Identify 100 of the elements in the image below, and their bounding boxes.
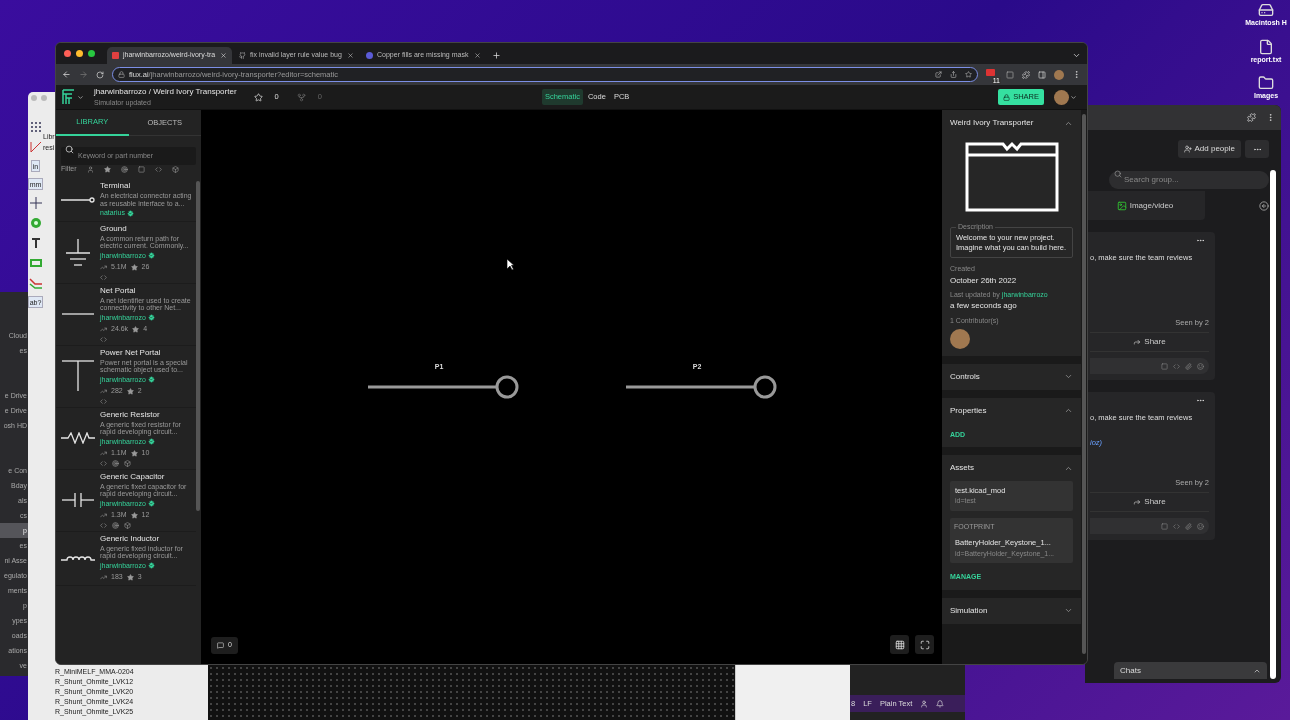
close-tab-icon[interactable] (474, 52, 481, 59)
extension-icon[interactable] (1006, 70, 1014, 79)
letter-logo-icon (366, 52, 373, 59)
cube-filter-icon[interactable] (171, 165, 179, 173)
drive-icon[interactable] (1258, 2, 1274, 18)
person-icon (920, 699, 929, 708)
share-icon (1133, 498, 1142, 506)
caret-icon[interactable] (77, 93, 84, 101)
grid-icon (894, 639, 905, 650)
search-icon (65, 145, 74, 154)
more-icon[interactable] (1196, 236, 1205, 245)
lock-icon (118, 71, 125, 78)
section-header[interactable]: Assets (950, 462, 1073, 474)
contributor-avatar[interactable] (950, 328, 970, 349)
code-icon (100, 397, 107, 405)
open-icon[interactable] (935, 71, 942, 78)
minimize-window-icon[interactable] (76, 50, 83, 57)
grid-toggle-button[interactable] (890, 635, 909, 654)
chats-bar[interactable]: Chats (1114, 662, 1267, 679)
close-tab-icon[interactable] (220, 52, 227, 59)
profile-avatar[interactable] (1054, 69, 1064, 80)
search-icon (1114, 170, 1122, 178)
code-icon (100, 273, 107, 281)
close-tab-icon[interactable] (347, 52, 354, 59)
octocat-icon (239, 52, 246, 59)
simulation-icon (112, 459, 119, 467)
logo-icon[interactable] (62, 89, 75, 105)
section-header[interactable]: Simulation (950, 604, 1073, 617)
section-header[interactable]: Properties (950, 404, 1073, 417)
bookmark-icon[interactable] (965, 71, 972, 78)
add-person-icon (1183, 145, 1192, 153)
file-icon[interactable] (1258, 38, 1274, 55)
menu-icon[interactable] (1072, 70, 1081, 79)
cursor-tool-icon[interactable] (28, 196, 43, 210)
polar-tool-icon[interactable] (28, 140, 43, 154)
more-icon[interactable] (1196, 396, 1205, 405)
code-icon (100, 459, 107, 467)
code-filter-icon[interactable] (154, 165, 162, 173)
simulation-filter-icon[interactable] (120, 165, 128, 173)
comment-icon (217, 642, 224, 649)
section-header[interactable]: Weird Ivory Transporter (950, 117, 1073, 129)
image-video-button[interactable]: Image/video (1085, 191, 1205, 220)
menu-icon[interactable] (1266, 113, 1275, 122)
caret-icon[interactable] (1070, 93, 1077, 101)
chip-filter-icon[interactable] (137, 165, 145, 173)
fork-icon[interactable] (296, 92, 306, 102)
part-name: Terminal (100, 181, 132, 191)
add-people-button[interactable]: Add people (1177, 140, 1241, 158)
side-panel-icon[interactable] (1038, 70, 1046, 79)
user-avatar[interactable] (1054, 89, 1069, 105)
circle-tool-icon[interactable] (28, 216, 43, 230)
lock-icon (1003, 93, 1011, 101)
verified-icon (147, 562, 155, 570)
share-button[interactable]: Share (1090, 492, 1209, 512)
star-filter-icon[interactable] (103, 165, 111, 173)
fullscreen-icon (919, 639, 930, 650)
route-tool-icon[interactable] (28, 276, 43, 290)
created-date: October 26th 2022 (950, 274, 1018, 287)
part-name: Ground (100, 223, 128, 234)
chip-tool-icon[interactable] (28, 256, 43, 270)
reply-field[interactable] (1090, 358, 1209, 374)
extension-icon[interactable] (986, 68, 995, 76)
forward-icon[interactable] (79, 70, 88, 79)
share-button[interactable]: Share (1090, 332, 1209, 352)
fullscreen-button[interactable] (915, 635, 934, 654)
trend-icon (100, 449, 107, 457)
search-field[interactable]: Search group... (1109, 170, 1269, 189)
close-window-icon[interactable] (64, 50, 71, 57)
share-icon[interactable] (950, 71, 957, 78)
reply-field[interactable] (1090, 518, 1209, 534)
star-icon (130, 511, 138, 519)
reload-icon[interactable] (96, 70, 104, 79)
back-icon[interactable] (62, 70, 71, 79)
folder-icon (963, 141, 1060, 215)
updated-time: a few seconds ago (950, 300, 1018, 312)
code-icon (1173, 522, 1180, 530)
part-name: Power Net Portal (100, 347, 162, 358)
star-icon[interactable] (253, 92, 263, 102)
trend-icon (100, 387, 107, 395)
extensions-icon[interactable] (1022, 70, 1030, 79)
zoom-window-icon[interactable] (88, 50, 95, 57)
tab-list-icon[interactable] (1072, 51, 1081, 60)
section-header[interactable]: Controls (950, 370, 1073, 383)
code-icon (100, 521, 107, 529)
back-icon[interactable] (1259, 200, 1269, 211)
star-icon (126, 573, 134, 581)
verified-icon (126, 209, 134, 217)
part-name: Generic Inductor (100, 533, 161, 544)
new-tab-icon[interactable] (492, 51, 501, 60)
share-icon (1133, 338, 1142, 346)
verified-icon (147, 500, 155, 508)
user-filter-icon[interactable] (86, 165, 94, 173)
trend-icon (100, 511, 107, 519)
terminal-symbol[interactable] (366, 374, 520, 399)
grid-tool-icon[interactable] (28, 120, 43, 134)
terminal-symbol[interactable] (624, 374, 778, 399)
trend-icon (100, 325, 107, 333)
capacitor-symbol-icon (61, 492, 95, 508)
resistor-symbol-icon (60, 432, 96, 444)
folder-icon[interactable] (1258, 75, 1274, 91)
